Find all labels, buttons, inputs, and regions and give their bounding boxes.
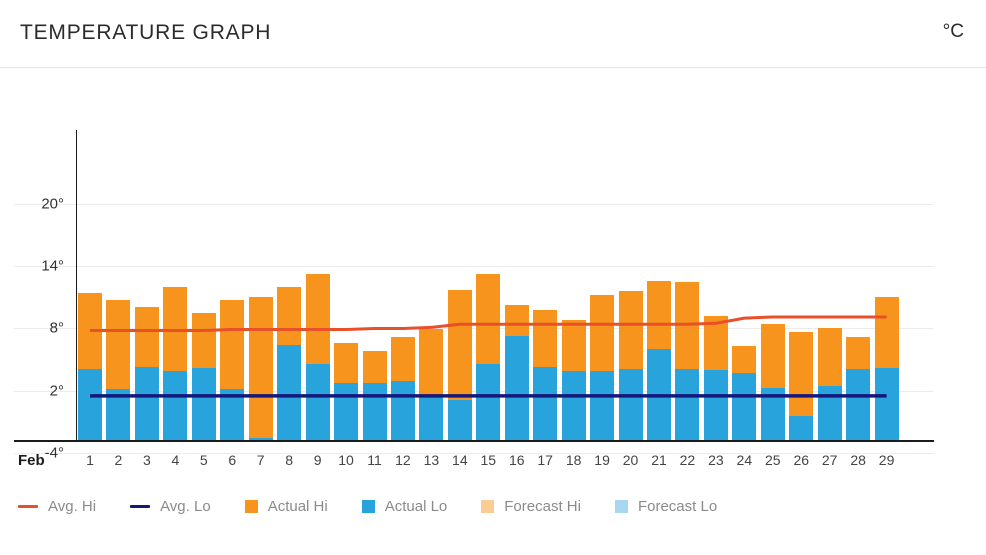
bar-actual-lo[interactable] (191, 367, 216, 440)
bar-actual-lo[interactable] (533, 366, 558, 440)
legend-box-swatch-icon (361, 500, 375, 513)
bar-actual-lo[interactable] (305, 363, 330, 440)
plot-area: 20° 14° 8° 2° -4° Feb 1 2 3 4 5 6 7 8 9 10 11 12 13 14 15 16 1… (0, 68, 986, 555)
bar-actual-lo[interactable] (760, 387, 785, 440)
legend-item[interactable]: Avg. Lo (130, 498, 211, 515)
bar-actual-lo[interactable] (703, 369, 728, 440)
page-title: TEMPERATURE GRAPH (20, 21, 272, 44)
bar-actual-lo[interactable] (675, 368, 700, 440)
bar-actual-lo[interactable] (561, 371, 586, 440)
bar-actual-lo[interactable] (874, 367, 899, 440)
bar-actual-lo[interactable] (362, 383, 387, 440)
chart-container: 20° 14° 8° 2° -4° Feb 1 2 3 4 5 6 7 8 9 10 11 12 13 14 15 16 1… (0, 68, 986, 555)
x-axis-line (14, 440, 934, 442)
x-axis-tick-label: 24 (736, 452, 753, 468)
x-axis-tick-label: 1 (86, 452, 94, 468)
bar-actual-lo[interactable] (504, 335, 529, 440)
x-axis-tick-label: 15 (480, 452, 497, 468)
x-axis-month-label: Feb (18, 452, 45, 469)
x-axis-tick-label: 12 (395, 452, 411, 468)
bar-actual-lo[interactable] (732, 373, 757, 440)
x-axis-tick-label: 29 (878, 452, 895, 468)
x-axis-tick-label: 28 (850, 452, 866, 468)
unit-label: °C (942, 21, 964, 42)
x-axis-tick-label: 27 (821, 452, 838, 468)
x-axis-tick-label: 21 (651, 452, 667, 468)
bar-actual-lo[interactable] (789, 415, 814, 440)
bar-actual-lo[interactable] (817, 385, 842, 440)
legend-item[interactable]: Forecast Hi (481, 498, 581, 515)
bar-actual-lo[interactable] (134, 366, 159, 440)
x-axis-tick-label: 8 (285, 452, 294, 468)
bar-actual-lo[interactable] (277, 345, 302, 440)
x-axis-tick-label: 23 (708, 452, 724, 468)
legend-item-label: Avg. Hi (48, 498, 97, 515)
x-axis-tick-label: 16 (508, 452, 525, 468)
bar-actual-lo[interactable] (618, 368, 643, 440)
bar-actual-lo[interactable] (447, 400, 472, 440)
y-axis-tick-label: 20° (41, 195, 64, 213)
x-axis-tick-label: 4 (171, 452, 180, 468)
gridline (14, 203, 934, 205)
legend-item[interactable]: Avg. Hi (18, 498, 96, 515)
y-axis-tick-label: 8° (49, 319, 64, 337)
x-axis-tick-label: 13 (423, 452, 440, 468)
legend-line-swatch-icon (18, 505, 38, 508)
chart-legend: Avg. Hi Avg. Lo Actual Hi Actual Lo Forecast… (18, 498, 751, 515)
x-axis-tick-label: 2 (114, 452, 123, 468)
x-axis-tick-label: 18 (565, 452, 582, 468)
legend-item-label: Avg. Lo (160, 498, 211, 515)
bar-actual-lo[interactable] (334, 383, 359, 440)
legend-item-label: Forecast Lo (637, 498, 718, 515)
x-axis-tick-label: 6 (228, 452, 237, 468)
bar-actual-lo[interactable] (419, 395, 444, 440)
bar-actual-lo[interactable] (106, 388, 131, 440)
x-axis-tick-label: 14 (452, 452, 468, 468)
x-axis-tick-label: 19 (594, 452, 610, 468)
x-axis-tick-label: 25 (765, 452, 781, 468)
x-axis-tick-label: 22 (679, 452, 696, 468)
legend-box-swatch-icon (481, 500, 495, 513)
legend-item[interactable]: Actual Hi (244, 498, 328, 515)
x-axis-tick-label: 20 (622, 452, 639, 468)
bar-actual-hi[interactable] (248, 297, 273, 440)
bar-actual-lo[interactable] (846, 368, 871, 440)
bar-actual-lo[interactable] (590, 371, 615, 440)
bar-actual-lo[interactable] (647, 349, 671, 440)
legend-item-label: Actual Lo (384, 498, 448, 515)
bar-actual-lo[interactable] (163, 371, 188, 440)
y-axis-tick-label: 2° (49, 382, 64, 400)
legend-item[interactable]: Forecast Lo (614, 498, 718, 515)
x-axis-tick-label: 11 (367, 452, 382, 468)
x-axis-tick-label: 7 (256, 452, 265, 468)
x-axis-tick-label: 3 (142, 452, 151, 468)
legend-item-label: Forecast Hi (504, 498, 581, 515)
x-axis-tick-label: 26 (793, 452, 810, 468)
y-axis-line (76, 130, 77, 440)
bar-actual-lo[interactable] (248, 438, 273, 440)
gridline (14, 266, 934, 268)
bar-actual-lo[interactable] (476, 363, 501, 440)
legend-item[interactable]: Actual Lo (361, 498, 448, 515)
y-axis-tick-label: 14° (41, 257, 64, 275)
x-axis-tick-label: 10 (338, 452, 354, 468)
legend-line-swatch-icon (130, 505, 151, 508)
legend-box-swatch-icon (244, 500, 258, 513)
bar-actual-lo[interactable] (220, 388, 245, 440)
x-axis-tick-label: 9 (313, 452, 322, 468)
widget-header: TEMPERATURE GRAPH °C (0, 0, 986, 68)
x-axis-tick-label: 17 (537, 452, 553, 468)
x-axis-tick-label: 5 (199, 452, 208, 468)
legend-item-label: Actual Hi (267, 498, 328, 515)
temperature-graph-widget: TEMPERATURE GRAPH °C 20° 14° 8° 2° -4° Feb 1 2 3… (0, 0, 986, 555)
bar-actual-lo[interactable] (78, 368, 102, 440)
bar-actual-lo[interactable] (390, 381, 415, 440)
legend-box-swatch-icon (614, 500, 628, 513)
